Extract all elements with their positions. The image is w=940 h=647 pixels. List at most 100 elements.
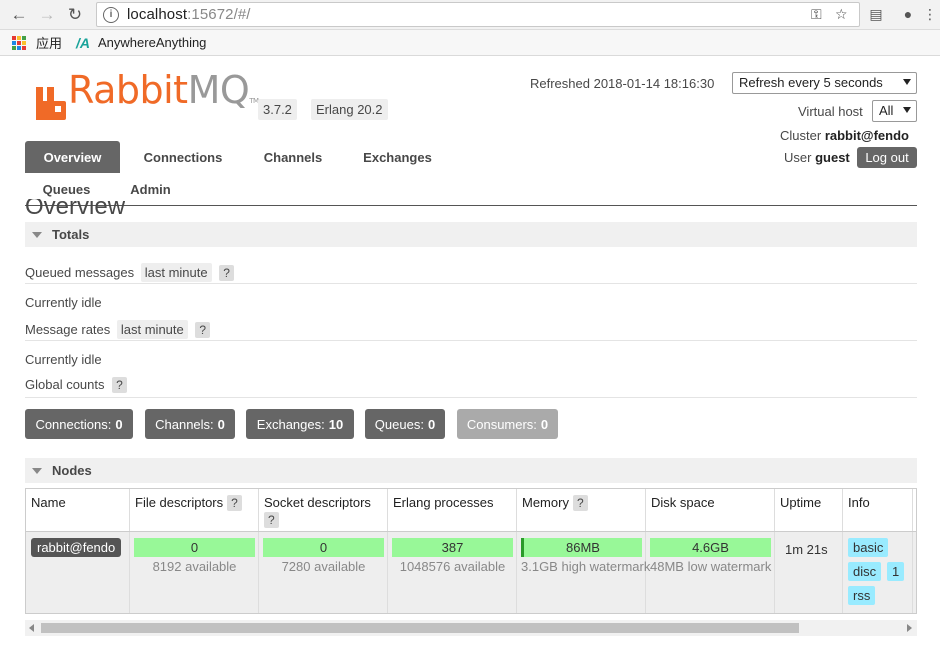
scroll-left-arrow-icon[interactable] <box>29 624 34 632</box>
user-info: User guest <box>784 150 850 165</box>
version-badge: 3.7.2 <box>258 99 297 120</box>
column-header-info: Info <box>843 489 913 531</box>
info-icon[interactable]: i <box>103 6 119 23</box>
count-label: Channels: <box>155 416 214 432</box>
cell-name: rabbit@fendo <box>26 532 130 613</box>
queues-count-button[interactable]: Queues: 0 <box>365 409 445 439</box>
info-tag-rss: rss <box>848 586 876 605</box>
count-label: Exchanges: <box>256 416 325 432</box>
scrollbar-thumb[interactable] <box>41 623 799 633</box>
bookmark-apps[interactable]: 应用 <box>36 33 62 52</box>
exchanges-count-button[interactable]: Exchanges: 10 <box>246 409 354 439</box>
evernote-icon[interactable]: ● <box>898 4 918 24</box>
uptime-value: 1m 21s <box>785 542 828 557</box>
nodes-section-header[interactable]: Nodes <box>25 458 917 483</box>
back-arrow-icon[interactable]: ← <box>8 4 30 26</box>
queued-messages-range[interactable]: last minute <box>140 263 212 282</box>
node-name-link[interactable]: rabbit@fendo <box>31 538 122 557</box>
count-label: Consumers: <box>466 416 537 432</box>
column-header-memory: Memory? <box>517 489 646 531</box>
message-rates-label: Message rates <box>25 322 111 337</box>
scroll-right-arrow-icon[interactable] <box>907 624 912 632</box>
count-value: 0 <box>540 416 549 432</box>
file-descriptors-available: 8192 available <box>152 559 237 574</box>
column-label: File descriptors <box>135 495 224 510</box>
disk-space-bar: 4.6GB <box>650 538 771 557</box>
user-name: guest <box>815 150 850 165</box>
bookmark-anywhereanything[interactable]: AnywhereAnything <box>98 35 206 50</box>
caret-down-icon <box>903 79 911 85</box>
collapse-triangle-icon <box>32 467 42 474</box>
virtual-host-select[interactable]: All <box>872 100 917 122</box>
virtual-host-label: Virtual host <box>798 104 863 119</box>
column-header-disk-space: Disk space <box>646 489 775 531</box>
refresh-interval-select[interactable]: Refresh every 5 seconds <box>732 72 917 94</box>
help-icon[interactable]: ? <box>195 322 211 338</box>
count-value: 0 <box>115 416 123 432</box>
column-label: Name <box>31 495 66 510</box>
cell-socket-descriptors: 0 7280 available <box>259 532 388 613</box>
tab-overview[interactable]: Overview <box>25 141 120 173</box>
count-label: Connections: <box>35 416 112 432</box>
table-row: rabbit@fendo 0 8192 available 0 7280 ava… <box>26 531 916 613</box>
file-descriptors-bar: 0 <box>134 538 255 557</box>
bookmarks-bar: 应用 /A AnywhereAnything <box>0 30 940 56</box>
forward-arrow-icon[interactable]: → <box>36 4 58 26</box>
tab-exchanges[interactable]: Exchanges <box>350 141 445 173</box>
tab-channels[interactable]: Channels <box>250 141 336 173</box>
url-host: localhost <box>127 6 188 23</box>
cell-info: basic disc 1 rss <box>843 532 913 613</box>
horizontal-scrollbar[interactable] <box>25 620 917 636</box>
totals-heading: Totals <box>52 227 90 242</box>
info-tag-basic: basic <box>848 538 889 557</box>
star-icon[interactable]: ☆ <box>835 6 848 23</box>
tab-connections[interactable]: Connections <box>130 141 236 173</box>
totals-section-header[interactable]: Totals <box>25 222 917 247</box>
extension-window-icon[interactable]: ▤ <box>866 4 886 24</box>
message-rates-range[interactable]: last minute <box>116 320 188 339</box>
cell-file-descriptors: 0 8192 available <box>130 532 259 613</box>
logout-button[interactable]: Log out <box>857 147 917 168</box>
address-bar[interactable]: i localhost:15672/#/ ⚿ ☆ <box>96 2 860 27</box>
help-icon[interactable]: ? <box>264 512 279 528</box>
message-rates-row: Message rates last minute ? <box>25 320 211 339</box>
connections-count-button[interactable]: Connections: 0 <box>25 409 133 439</box>
divider <box>25 397 917 398</box>
column-header-uptime: Uptime <box>775 489 843 531</box>
disk-space-watermark: 48MB low watermark <box>650 559 772 574</box>
tab-admin[interactable]: Admin <box>118 173 183 205</box>
column-header-file-descriptors: File descriptors? <box>130 489 259 531</box>
cluster-label: Cluster <box>780 128 822 143</box>
cluster-info: Cluster rabbit@fendo <box>780 128 909 143</box>
help-icon[interactable]: ? <box>572 495 588 511</box>
virtual-host-value: All <box>879 103 894 118</box>
apps-grid-icon[interactable] <box>12 35 26 50</box>
logo-wordmark: RabbitMQTM <box>68 71 259 120</box>
rates-idle-text: Currently idle <box>25 352 102 367</box>
key-icon[interactable]: ⚿ <box>811 6 822 23</box>
column-label: Info <box>848 495 870 510</box>
divider <box>25 283 917 284</box>
queued-messages-label: Queued messages <box>25 265 135 280</box>
refresh-interval-value: Refresh every 5 seconds <box>739 75 883 90</box>
channels-count-button[interactable]: Channels: 0 <box>145 409 235 439</box>
cluster-name: rabbit@fendo <box>824 128 909 143</box>
help-icon[interactable]: ? <box>219 265 234 281</box>
help-icon[interactable]: ? <box>112 377 127 393</box>
rabbit-logo-icon <box>36 87 66 120</box>
help-icon[interactable]: ? <box>227 495 242 511</box>
global-counts-label: Global counts <box>25 377 105 392</box>
global-counts-row: Global counts ? <box>25 377 127 393</box>
column-label: Uptime <box>780 495 822 510</box>
erlang-processes-bar: 387 <box>392 538 513 557</box>
caret-down-icon <box>903 107 911 113</box>
reload-icon[interactable]: ↻ <box>64 4 86 26</box>
consumers-count-button[interactable]: Consumers: 0 <box>457 409 558 439</box>
column-label: Erlang processes <box>393 495 494 510</box>
count-label: Queues: <box>374 416 424 432</box>
menu-dots-icon[interactable]: ⋮ <box>920 4 940 24</box>
cell-uptime: 1m 21s <box>775 532 843 613</box>
info-tag-disc: disc <box>848 562 882 581</box>
cell-memory: 86MB 3.1GB high watermark <box>517 532 650 613</box>
rabbitmq-logo[interactable]: RabbitMQTM <box>36 71 259 120</box>
